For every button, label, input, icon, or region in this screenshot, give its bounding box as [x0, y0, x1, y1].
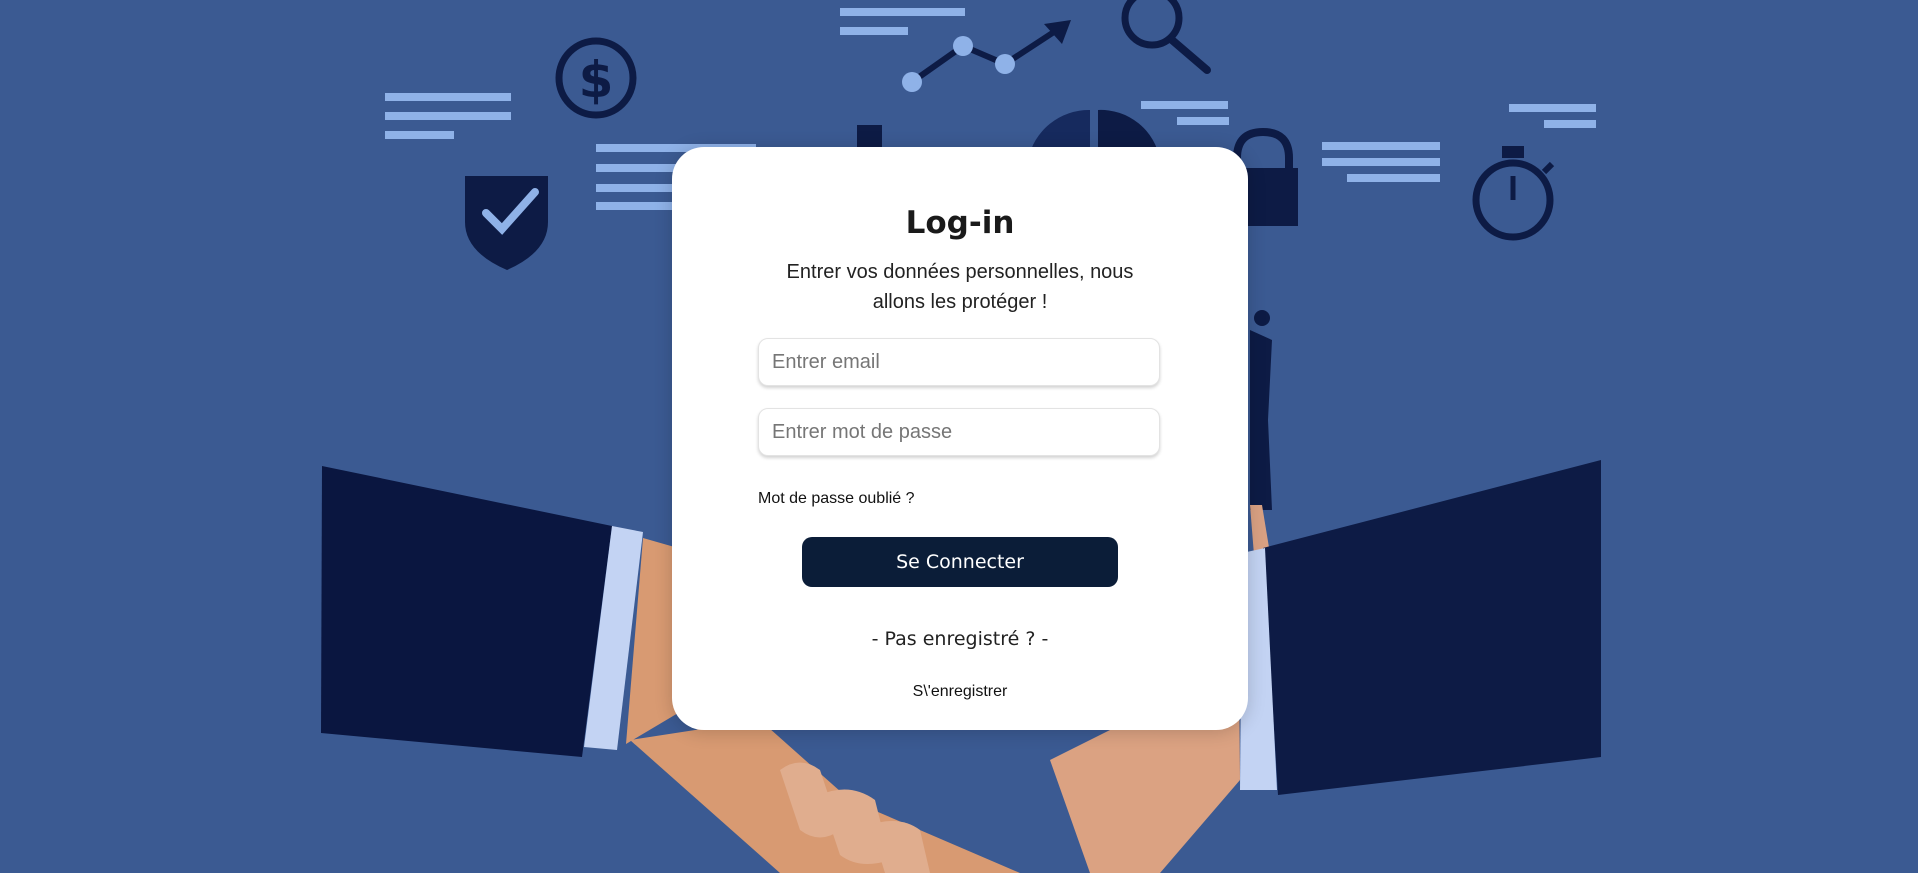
forgot-password-link[interactable]: Mot de passe oublié ?	[758, 490, 915, 508]
register-link[interactable]: S\'enregistrer	[672, 683, 1248, 701]
login-subtitle: Entrer vos données personnelles, nous al…	[786, 261, 1134, 313]
login-card: Log-in Entrer vos données personnelles, …	[672, 147, 1248, 730]
not-registered-text: - Pas enregistré ? -	[871, 628, 1049, 650]
svg-text:$: $	[579, 51, 614, 109]
login-button[interactable]: Se Connecter	[802, 537, 1118, 587]
email-field[interactable]	[758, 338, 1160, 386]
page-title: Log-in	[905, 205, 1015, 241]
password-field[interactable]	[758, 408, 1160, 456]
